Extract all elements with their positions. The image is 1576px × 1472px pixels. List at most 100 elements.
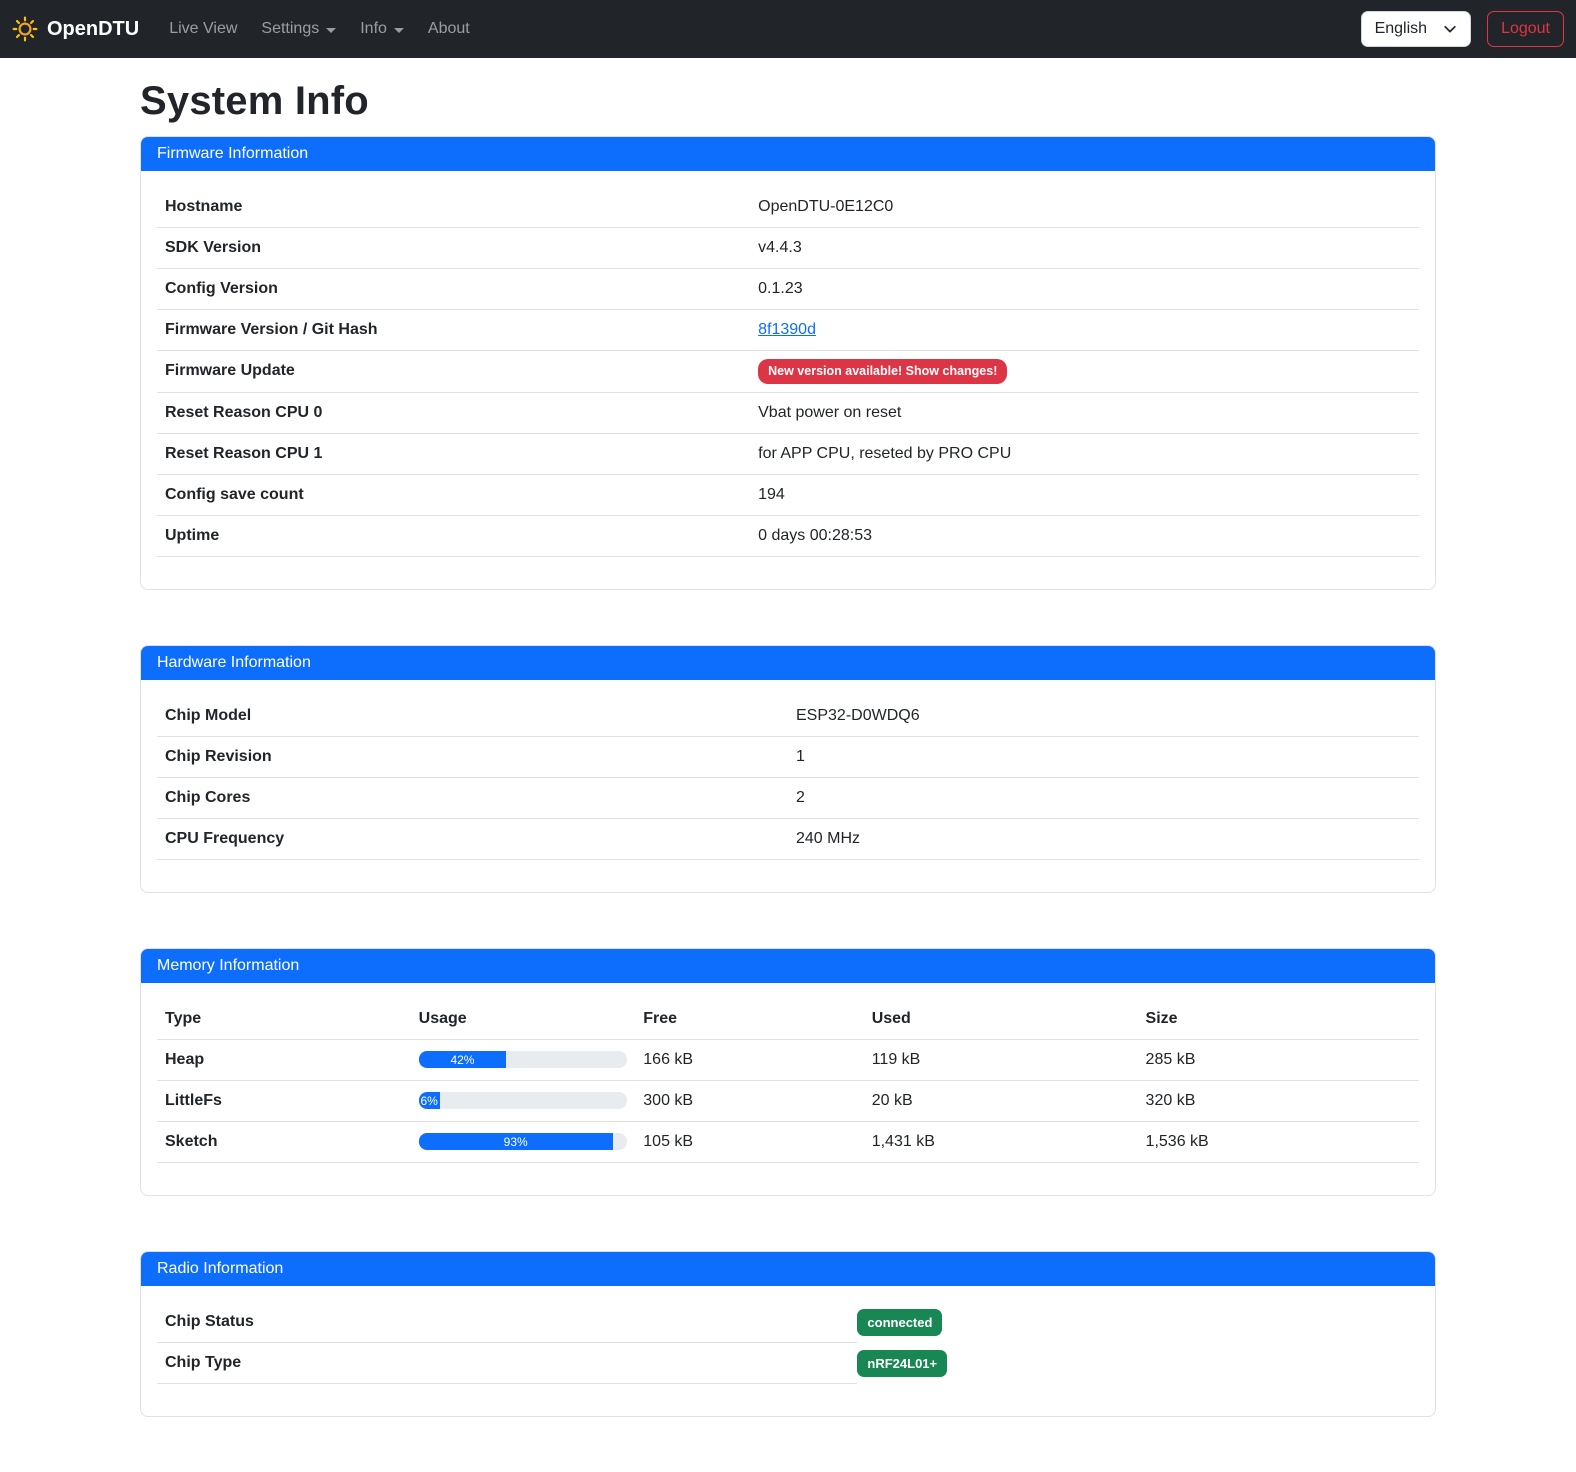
- nav-item-label: Live View: [169, 20, 237, 38]
- memory-card-body: TypeUsageFreeUsedSizeHeap42%166 kB119 kB…: [141, 983, 1435, 1195]
- main-content: System Info Firmware Information Hostnam…: [140, 79, 1436, 1417]
- size-value: 320 kB: [1138, 1080, 1419, 1121]
- firmware-update-badge[interactable]: New version available! Show changes!: [758, 359, 1007, 384]
- row-value: for APP CPU, reseted by PRO CPU: [750, 433, 1419, 474]
- radio-card-header: Radio Information: [141, 1252, 1435, 1286]
- table-row: Chip ModelESP32-D0WDQ6: [157, 696, 1419, 737]
- usage-progress: 6%: [419, 1092, 628, 1109]
- table-row: Chip TypenRF24L01+: [157, 1343, 1419, 1384]
- table-row: HostnameOpenDTU-0E12C0: [157, 187, 1419, 228]
- hardware-card-header: Hardware Information: [141, 646, 1435, 680]
- firmware-table: HostnameOpenDTU-0E12C0SDK Versionv4.4.3C…: [157, 187, 1419, 557]
- nav-item-live-view[interactable]: Live View: [161, 12, 245, 46]
- page-title: System Info: [140, 79, 1436, 124]
- language-select[interactable]: English: [1361, 11, 1471, 47]
- table-row: Firmware Update New version available! Sh…: [157, 351, 1419, 393]
- row-value: OpenDTU-0E12C0: [750, 187, 1419, 228]
- chevron-down-icon: [1443, 22, 1457, 36]
- status-badge: connected: [857, 1309, 942, 1336]
- row-value: 194: [750, 474, 1419, 515]
- usage-cell: 6%: [411, 1080, 636, 1121]
- table-row: Reset Reason CPU 0Vbat power on reset: [157, 392, 1419, 433]
- table-row: Chip Cores2: [157, 777, 1419, 818]
- row-label: Chip Revision: [157, 736, 788, 777]
- row-value: 0 days 00:28:53: [750, 515, 1419, 556]
- row-label: Uptime: [157, 515, 750, 556]
- table-row: Firmware Version / Git Hash 8f1390d: [157, 310, 1419, 351]
- nav-item-about[interactable]: About: [420, 12, 478, 46]
- usage-progress-bar: 6%: [419, 1092, 440, 1109]
- row-label: Reset Reason CPU 1: [157, 433, 750, 474]
- caret-down-icon: [326, 28, 336, 33]
- row-label: Config Version: [157, 269, 750, 310]
- row-label: Chip Status: [157, 1302, 857, 1343]
- used-value: 119 kB: [864, 1039, 1138, 1080]
- firmware-card-body: HostnameOpenDTU-0E12C0SDK Versionv4.4.3C…: [141, 171, 1435, 589]
- firmware-information-card: Firmware Information HostnameOpenDTU-0E1…: [140, 136, 1436, 590]
- column-header: Type: [157, 999, 411, 1040]
- free-value: 105 kB: [635, 1121, 863, 1162]
- row-value: 0.1.23: [750, 269, 1419, 310]
- table-row: LittleFs 6% 300 kB20 kB320 kB: [157, 1080, 1419, 1121]
- row-label: Firmware Update: [157, 351, 750, 393]
- row-value: 8f1390d: [750, 310, 1419, 351]
- table-header-row: TypeUsageFreeUsedSize: [157, 999, 1419, 1040]
- usage-cell: 42%: [411, 1039, 636, 1080]
- table-row: CPU Frequency240 MHz: [157, 818, 1419, 859]
- free-value: 300 kB: [635, 1080, 863, 1121]
- row-label: LittleFs: [157, 1080, 411, 1121]
- usage-progress: 93%: [419, 1133, 628, 1150]
- size-value: 1,536 kB: [1138, 1121, 1419, 1162]
- nav-item-label: Info: [360, 20, 387, 38]
- row-label: Heap: [157, 1039, 411, 1080]
- used-value: 20 kB: [864, 1080, 1138, 1121]
- nav-item-label: Settings: [261, 20, 319, 38]
- row-value: 240 MHz: [788, 818, 1419, 859]
- row-value: nRF24L01+: [857, 1350, 947, 1377]
- table-row: Reset Reason CPU 1for APP CPU, reseted b…: [157, 433, 1419, 474]
- row-label: Chip Type: [157, 1343, 857, 1384]
- logout-button[interactable]: Logout: [1487, 11, 1564, 47]
- row-label: Reset Reason CPU 0: [157, 392, 750, 433]
- column-header: Usage: [411, 999, 636, 1040]
- column-header: Size: [1138, 999, 1419, 1040]
- memory-table: TypeUsageFreeUsedSizeHeap42%166 kB119 kB…: [157, 999, 1419, 1163]
- radio-information-card: Radio Information Chip StatusconnectedCh…: [140, 1251, 1436, 1417]
- brand-link[interactable]: OpenDTU: [12, 16, 139, 42]
- nav-item-label: About: [428, 20, 470, 38]
- row-label: SDK Version: [157, 228, 750, 269]
- row-label: Firmware Version / Git Hash: [157, 310, 750, 351]
- nav-item-settings[interactable]: Settings: [253, 12, 344, 46]
- table-row: Heap42%166 kB119 kB285 kB: [157, 1039, 1419, 1080]
- usage-cell: 93%: [411, 1121, 636, 1162]
- table-row: SDK Versionv4.4.3: [157, 228, 1419, 269]
- table-row: Sketch93%105 kB1,431 kB1,536 kB: [157, 1121, 1419, 1162]
- nav-item-info[interactable]: Info: [352, 12, 412, 46]
- git-hash-link[interactable]: 8f1390d: [758, 321, 816, 338]
- table-row: Chip Revision1: [157, 736, 1419, 777]
- used-value: 1,431 kB: [864, 1121, 1138, 1162]
- row-value: ESP32-D0WDQ6: [788, 696, 1419, 737]
- column-header: Free: [635, 999, 863, 1040]
- language-select-value: English: [1375, 20, 1427, 38]
- row-label: Config save count: [157, 474, 750, 515]
- hardware-table: Chip ModelESP32-D0WDQ6Chip Revision1Chip…: [157, 696, 1419, 860]
- row-label: Chip Cores: [157, 777, 788, 818]
- row-label: Hostname: [157, 187, 750, 228]
- size-value: 285 kB: [1138, 1039, 1419, 1080]
- table-row: Config save count194: [157, 474, 1419, 515]
- column-header: Used: [864, 999, 1138, 1040]
- memory-information-card: Memory Information TypeUsageFreeUsedSize…: [140, 948, 1436, 1196]
- status-badge: nRF24L01+: [857, 1350, 947, 1377]
- brand-label: OpenDTU: [47, 18, 139, 41]
- navbar: OpenDTU Live View Settings Info About Engli…: [0, 0, 1576, 58]
- row-value: Vbat power on reset: [750, 392, 1419, 433]
- row-value: 2: [788, 777, 1419, 818]
- table-row: Config Version0.1.23: [157, 269, 1419, 310]
- table-row: Chip Statusconnected: [157, 1302, 1419, 1343]
- row-label: CPU Frequency: [157, 818, 788, 859]
- row-label: Chip Model: [157, 696, 788, 737]
- usage-progress-bar: 42%: [419, 1051, 507, 1068]
- row-value: v4.4.3: [750, 228, 1419, 269]
- table-row: Uptime0 days 00:28:53: [157, 515, 1419, 556]
